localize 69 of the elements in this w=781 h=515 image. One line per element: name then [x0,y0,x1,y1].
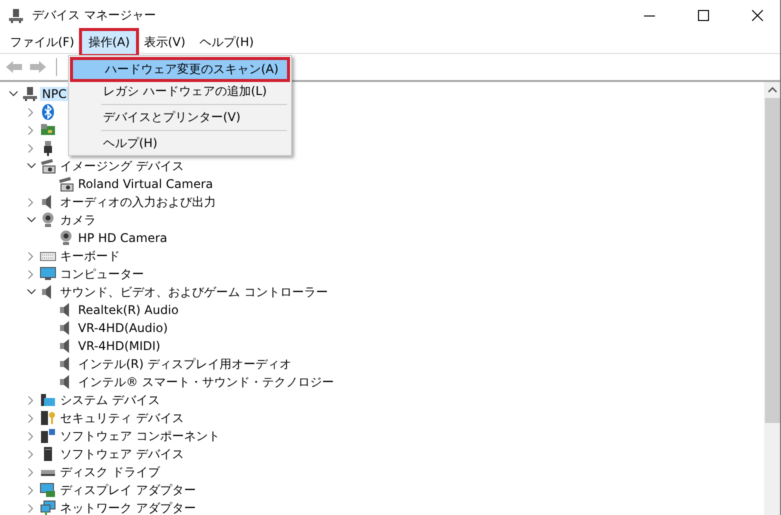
device-label[interactable]: コンピューター [58,266,146,282]
device-label[interactable]: インテル(R) ディスプレイ用オーディオ [76,356,294,372]
chevron-right-icon[interactable] [28,126,34,134]
chevron-down-icon[interactable] [8,91,18,97]
monitor-icon [40,266,56,282]
menu-item[interactable]: 表示(V) [138,30,192,54]
webcam-icon [58,230,74,246]
menu-option[interactable]: レガシ ハードウェアの追加(L) [71,82,289,101]
window-title: デバイス マネージャー [32,7,157,24]
chevron-right-icon[interactable] [28,414,34,422]
tower-with-puzzle-icon [40,428,56,444]
chevron-right-icon[interactable] [28,504,34,512]
menu-option[interactable]: ハードウェア変更のスキャン(A) [73,60,287,79]
chevron-right-icon[interactable] [28,270,34,278]
chevron-down-icon[interactable] [26,163,36,169]
camera-device-icon [58,176,74,192]
menu-option[interactable]: デバイスとプリンター(V) [71,108,289,127]
device-label[interactable]: Roland Virtual Camera [76,177,215,191]
minimize-icon [644,14,654,16]
back-arrow-icon [6,61,22,73]
scroll-thumb[interactable] [764,98,780,423]
chevron-right-icon[interactable] [28,450,34,458]
device-label[interactable]: カメラ [58,212,98,228]
device-label[interactable]: イメージング デバイス [58,158,186,174]
device-label[interactable]: ディスプレイ アダプター [58,482,198,498]
chevron-right-icon[interactable] [28,252,34,260]
device-label[interactable]: ソフトウェア デバイス [58,446,186,462]
chevron-right-icon[interactable] [28,108,34,116]
maximize-icon [698,10,708,21]
network-icon [40,500,56,515]
device-label[interactable]: セキュリティ デバイス [58,410,186,426]
device-label[interactable]: インテル® スマート・サウンド・テクノロジー [76,374,336,390]
circuit-card-icon [40,122,56,138]
scrollbar[interactable] [764,82,780,515]
device-label[interactable]: サウンド、ビデオ、およびゲーム コントローラー [58,284,330,300]
device-label[interactable]: システム デバイス [58,392,162,408]
device-label[interactable]: キーボード [58,248,122,264]
app-icon [8,8,24,24]
menu-item[interactable]: 操作(A) [82,30,136,54]
chevron-right-icon[interactable] [28,144,34,152]
display-adapter-icon [40,482,56,498]
device-label[interactable]: オーディオの入力および出力 [58,194,218,210]
tower-with-key-icon [40,410,56,426]
chevron-down-icon[interactable] [26,217,36,223]
chevron-right-icon[interactable] [28,396,34,404]
menu-item[interactable]: ファイル(F) [4,30,80,54]
camera-device-icon [40,158,56,174]
device-label[interactable]: VR-4HD(MIDI) [76,339,162,353]
device-label[interactable]: VR-4HD(Audio) [76,321,170,335]
chevron-right-icon[interactable] [28,468,34,476]
webcam-icon [40,212,56,228]
chevron-down-icon[interactable] [26,289,36,295]
scroll-up-icon[interactable] [768,87,776,93]
device-label[interactable]: HP HD Camera [76,231,170,245]
bluetooth-icon [40,104,56,120]
device-label[interactable]: NPC [40,87,69,101]
device-label[interactable]: ネットワーク アダプター [58,500,198,515]
close-icon [752,10,762,21]
system-folder-icon [40,392,56,408]
chevron-right-icon[interactable] [28,432,34,440]
device-label[interactable]: Realtek(R) Audio [76,303,181,317]
menu-item[interactable]: ヘルプ(H) [193,30,260,54]
computer-icon [22,86,38,102]
device-label[interactable]: ディスク ドライブ [58,464,162,480]
menu-option[interactable]: ヘルプ(H) [71,134,289,153]
chevron-right-icon[interactable] [28,198,34,206]
device-label[interactable]: ソフトウェア コンポーネント [58,428,222,444]
forward-arrow-icon [30,61,46,73]
chevron-right-icon[interactable] [28,486,34,494]
